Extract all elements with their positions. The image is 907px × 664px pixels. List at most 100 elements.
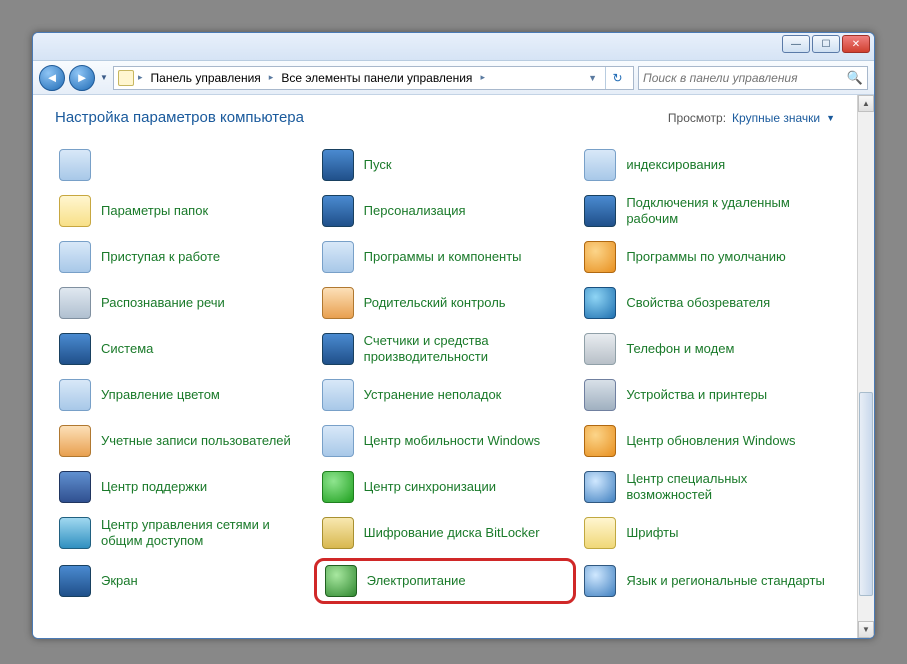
item-icon (59, 333, 91, 365)
item-icon (584, 379, 616, 411)
item-icon (322, 333, 354, 365)
nav-forward-button[interactable]: ► (69, 65, 95, 91)
item-icon (59, 517, 91, 549)
control-panel-item[interactable]: Шифрование диска BitLocker (318, 510, 573, 556)
control-panel-item[interactable]: Центр поддержки (55, 464, 310, 510)
scroll-up-button[interactable]: ▲ (858, 95, 874, 112)
item-icon (584, 241, 616, 273)
control-panel-item[interactable] (55, 142, 310, 188)
scroll-track[interactable] (858, 112, 874, 621)
refresh-button[interactable]: ↻ (605, 67, 629, 89)
address-bar[interactable]: ▸ Панель управления ▸ Все элементы панел… (113, 66, 634, 90)
control-panel-icon (118, 70, 134, 86)
control-panel-item[interactable]: Подключения к удаленным рабочим (580, 188, 835, 234)
item-label: Центр специальных возможностей (626, 471, 831, 502)
scroll-thumb[interactable] (859, 392, 873, 596)
maximize-button[interactable]: ☐ (812, 35, 840, 53)
search-field[interactable]: 🔍 (638, 66, 868, 90)
control-panel-item[interactable]: Программы и компоненты (318, 234, 573, 280)
item-label: Язык и региональные стандарты (626, 573, 824, 589)
item-label: Устранение неполадок (364, 387, 502, 403)
page-title: Настройка параметров компьютера (55, 109, 304, 126)
control-panel-item[interactable]: Устранение неполадок (318, 372, 573, 418)
control-panel-item[interactable]: Свойства обозревателя (580, 280, 835, 326)
item-icon (584, 149, 616, 181)
control-panel-item[interactable]: Счетчики и средства производительности (318, 326, 573, 372)
item-icon (59, 287, 91, 319)
breadcrumb-chevron-icon[interactable]: ▸ (136, 72, 145, 83)
navbar: ◄ ► ▼ ▸ Панель управления ▸ Все элементы… (33, 61, 874, 95)
control-panel-item[interactable]: Параметры папок (55, 188, 310, 234)
item-icon (59, 379, 91, 411)
item-icon (59, 149, 91, 181)
item-label: Программы и компоненты (364, 249, 522, 265)
item-label: Экран (101, 573, 138, 589)
item-label: Центр мобильности Windows (364, 433, 541, 449)
close-button[interactable]: ✕ (842, 35, 870, 53)
item-icon (59, 195, 91, 227)
view-selector[interactable]: Просмотр: Крупные значки ▼ (668, 111, 835, 125)
item-label: Центр обновления Windows (626, 433, 795, 449)
control-panel-item[interactable]: Центр управления сетями и общим доступом (55, 510, 310, 556)
control-panel-item[interactable]: Система (55, 326, 310, 372)
control-panel-item[interactable]: Управление цветом (55, 372, 310, 418)
item-icon (322, 195, 354, 227)
control-panel-item[interactable]: Пуск (318, 142, 573, 188)
breadcrumb-segment[interactable]: Панель управления (147, 71, 265, 85)
item-icon (322, 425, 354, 457)
item-label: Телефон и модем (626, 341, 734, 357)
address-dropdown-icon[interactable]: ▼ (586, 73, 599, 83)
search-icon[interactable]: 🔍 (847, 70, 863, 86)
control-panel-item[interactable]: Персонализация (318, 188, 573, 234)
item-icon (584, 471, 616, 503)
content-area: Настройка параметров компьютера Просмотр… (33, 95, 874, 638)
control-panel-item[interactable]: индексирования (580, 142, 835, 188)
item-label: Приступая к работе (101, 249, 220, 265)
view-value[interactable]: Крупные значки (732, 111, 820, 125)
control-panel-item[interactable]: Родительский контроль (318, 280, 573, 326)
item-label: Центр управления сетями и общим доступом (101, 517, 306, 548)
item-icon (322, 517, 354, 549)
item-label: Программы по умолчанию (626, 249, 785, 265)
control-panel-item[interactable]: Центр обновления Windows (580, 418, 835, 464)
item-icon (59, 241, 91, 273)
nav-history-dropdown[interactable]: ▼ (99, 71, 109, 85)
control-panel-item[interactable]: Устройства и принтеры (580, 372, 835, 418)
control-panel-item[interactable]: Программы по умолчанию (580, 234, 835, 280)
scroll-down-button[interactable]: ▼ (858, 621, 874, 638)
control-panel-item[interactable]: Язык и региональные стандарты (580, 556, 835, 606)
item-icon (322, 149, 354, 181)
item-label: Учетные записи пользователей (101, 433, 291, 449)
control-panel-item[interactable]: Центр специальных возможностей (580, 464, 835, 510)
item-label: Родительский контроль (364, 295, 506, 311)
nav-back-button[interactable]: ◄ (39, 65, 65, 91)
control-panel-item[interactable]: Шрифты (580, 510, 835, 556)
chevron-down-icon[interactable]: ▼ (826, 113, 835, 123)
item-label: Распознавание речи (101, 295, 225, 311)
control-panel-item[interactable]: Экран (55, 556, 310, 606)
titlebar[interactable]: — ☐ ✕ (33, 33, 874, 61)
control-panel-item[interactable]: Приступая к работе (55, 234, 310, 280)
breadcrumb-chevron-icon[interactable]: ▸ (267, 72, 276, 83)
item-icon (584, 517, 616, 549)
control-panel-item[interactable]: Телефон и модем (580, 326, 835, 372)
control-panel-item[interactable]: Центр мобильности Windows (318, 418, 573, 464)
item-icon (59, 471, 91, 503)
item-label: Свойства обозревателя (626, 295, 770, 311)
search-input[interactable] (643, 71, 847, 85)
control-panel-item[interactable]: Электропитание (314, 558, 577, 604)
control-panel-item[interactable]: Распознавание речи (55, 280, 310, 326)
control-panel-item[interactable]: Учетные записи пользователей (55, 418, 310, 464)
main-panel: Настройка параметров компьютера Просмотр… (33, 95, 857, 638)
item-icon (322, 241, 354, 273)
item-label: Электропитание (367, 573, 466, 589)
control-panel-item[interactable]: Центр синхронизации (318, 464, 573, 510)
item-label: Персонализация (364, 203, 466, 219)
item-label: Шифрование диска BitLocker (364, 525, 540, 541)
breadcrumb-chevron-icon[interactable]: ▸ (478, 72, 487, 83)
breadcrumb-segment[interactable]: Все элементы панели управления (277, 71, 476, 85)
item-label: Параметры папок (101, 203, 208, 219)
item-icon (322, 379, 354, 411)
vertical-scrollbar[interactable]: ▲ ▼ (857, 95, 874, 638)
minimize-button[interactable]: — (782, 35, 810, 53)
